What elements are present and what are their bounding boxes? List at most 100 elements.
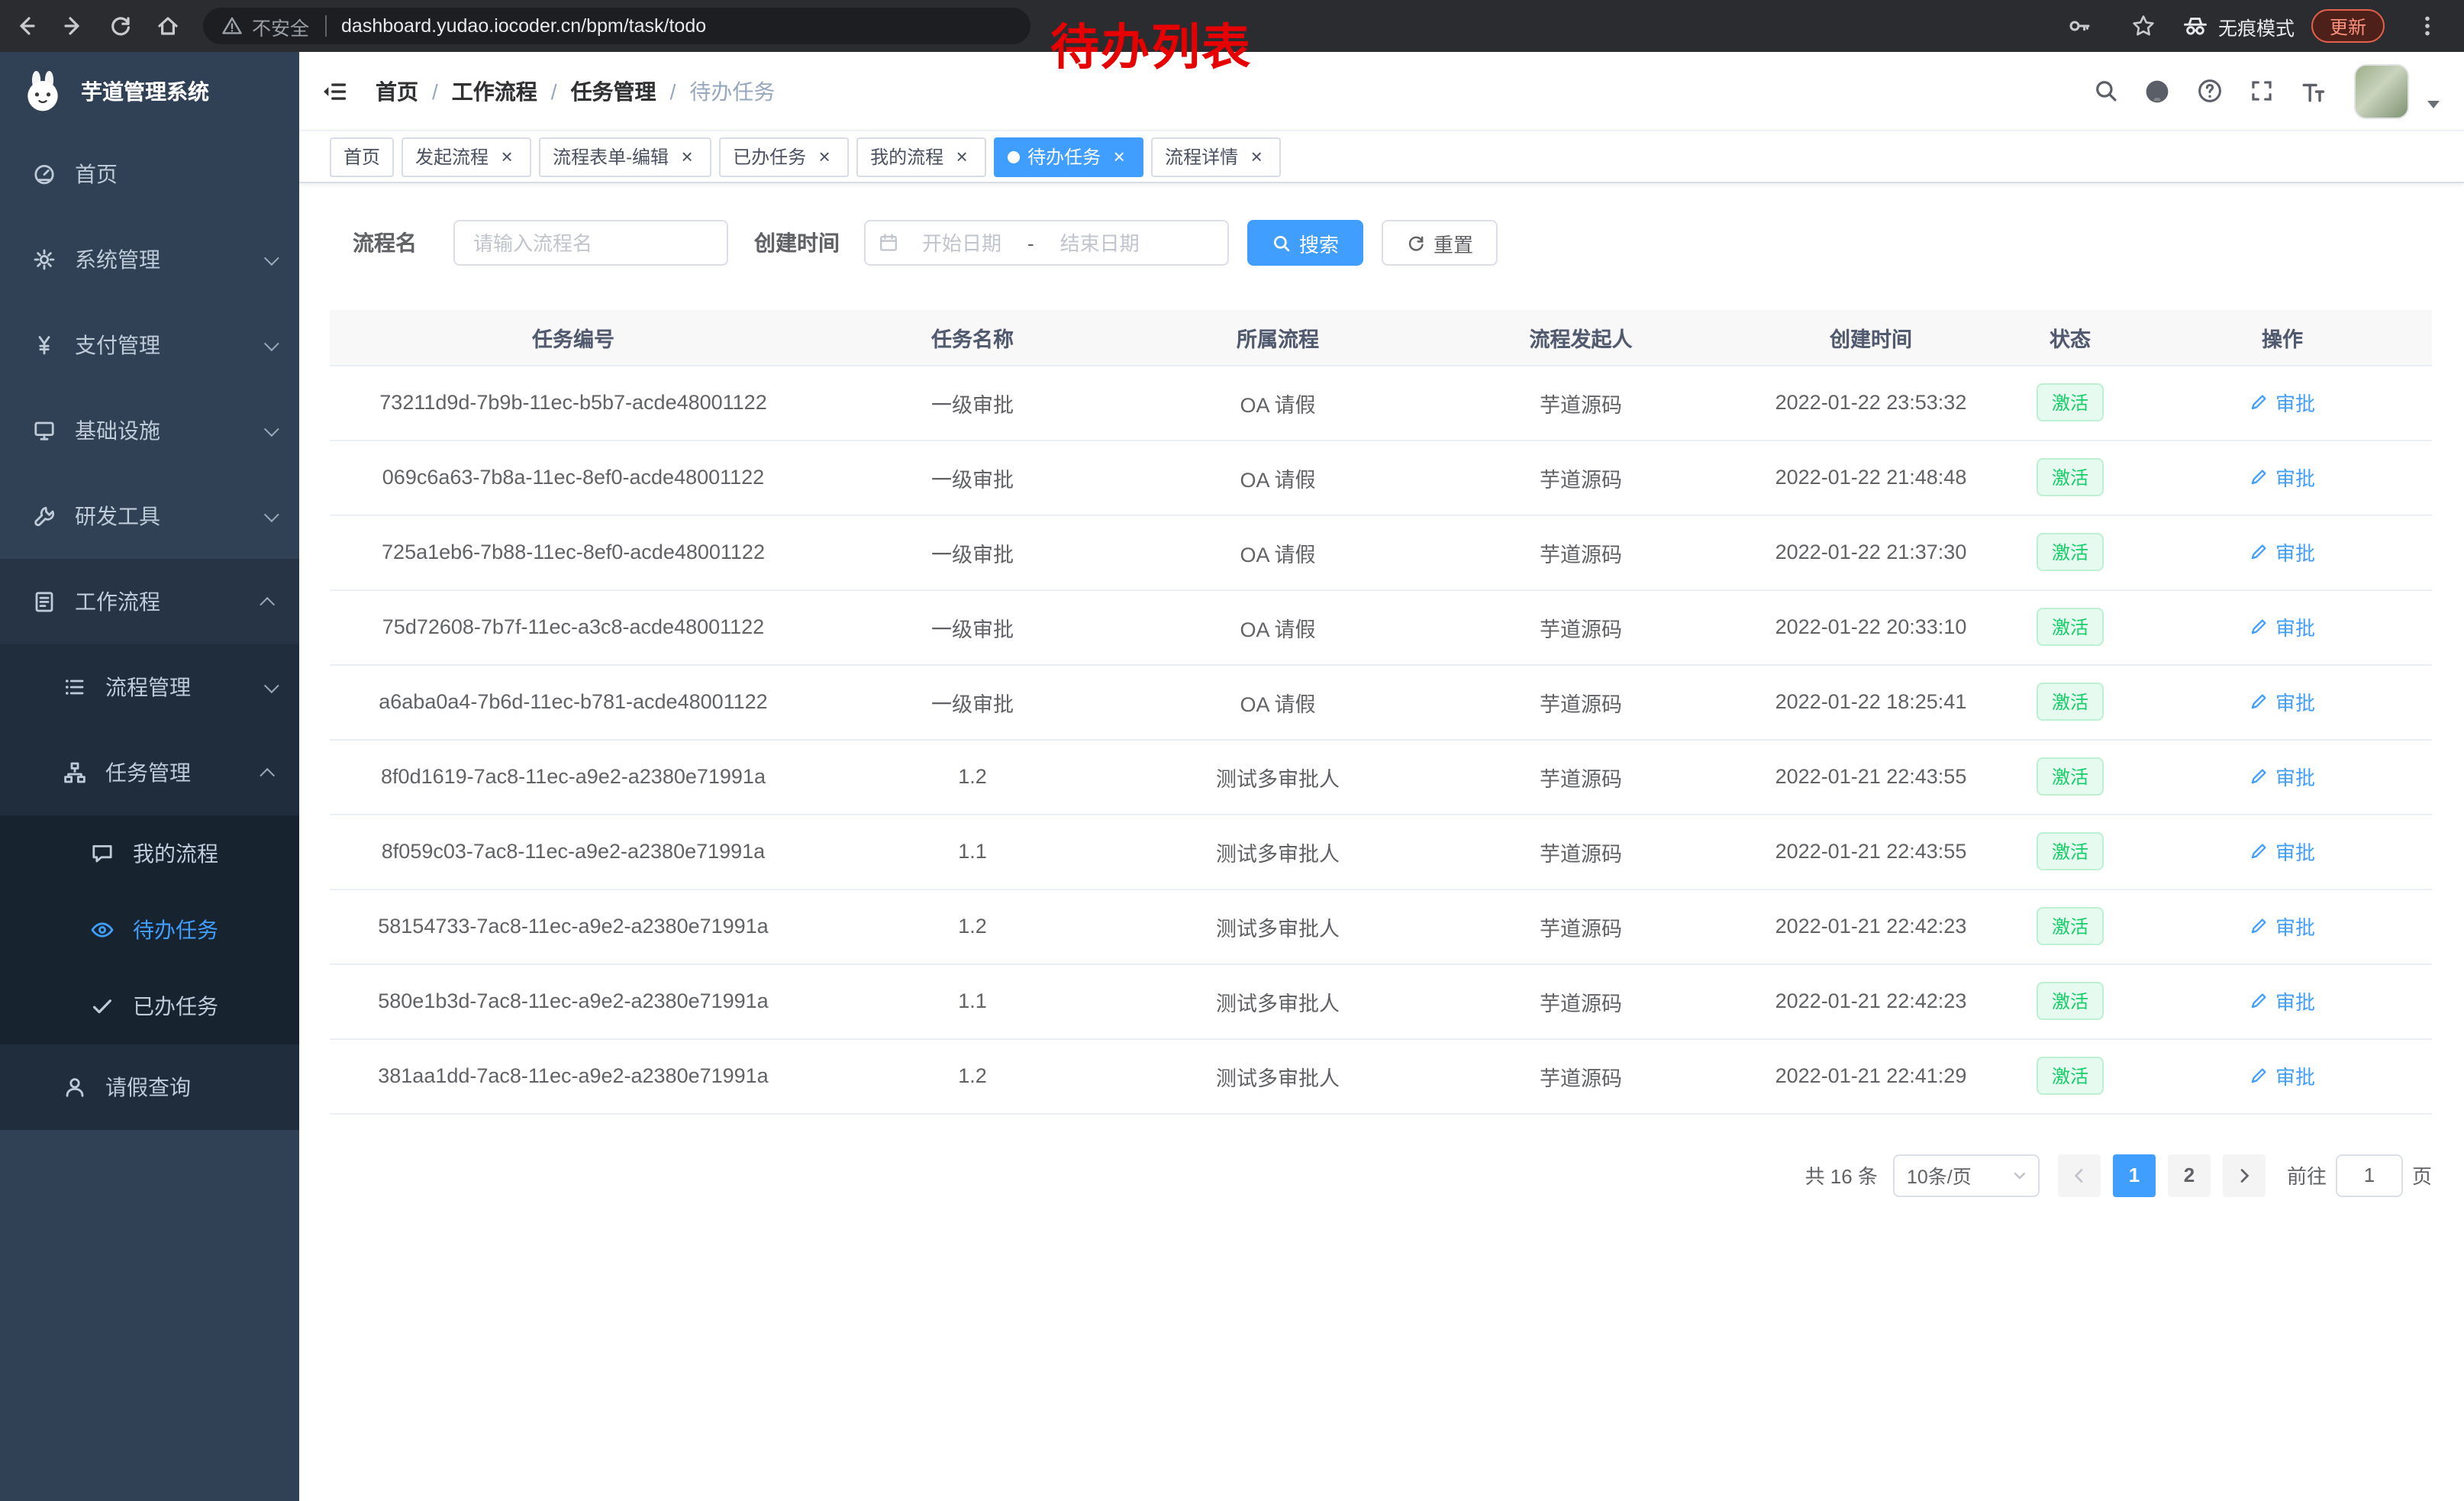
help-icon[interactable] xyxy=(2189,71,2229,111)
chevron-up-icon xyxy=(260,596,275,612)
end-date-input[interactable] xyxy=(1037,231,1163,254)
github-icon[interactable] xyxy=(2137,71,2177,111)
cell-process: OA 请假 xyxy=(1128,365,1427,440)
sidebar-item-label: 流程管理 xyxy=(105,672,191,702)
approve-link[interactable]: 审批 xyxy=(2250,537,2315,567)
goto-page-input[interactable] xyxy=(2336,1154,2403,1196)
avatar[interactable] xyxy=(2354,63,2409,118)
tab-done-tasks[interactable]: 已办任务 × xyxy=(719,137,849,176)
approve-link-label: 审批 xyxy=(2275,388,2315,417)
tab-my-processes[interactable]: 我的流程 × xyxy=(856,137,986,176)
reset-button[interactable]: 重置 xyxy=(1382,220,1498,266)
kebab-menu-icon[interactable] xyxy=(2406,5,2449,47)
cell-initiator: 芋道源码 xyxy=(1427,515,1734,589)
cell-initiator: 芋道源码 xyxy=(1427,889,1734,964)
font-size-icon[interactable] xyxy=(2293,71,2333,111)
refresh-icon xyxy=(1406,233,1426,253)
sidebar-item-payment-management[interactable]: 支付管理 xyxy=(0,302,299,388)
column-header-create-time: 创建时间 xyxy=(1734,310,2008,365)
tab-initiate-process[interactable]: 发起流程 × xyxy=(402,137,531,176)
sidebar-item-label: 已办任务 xyxy=(133,991,218,1022)
cell-create-time: 2022-01-22 21:37:30 xyxy=(1734,515,2008,589)
column-header-status: 状态 xyxy=(2008,310,2133,365)
tab-label: 流程详情 xyxy=(1165,144,1238,169)
search-button[interactable]: 搜索 xyxy=(1247,220,1363,266)
create-time-label: 创建时间 xyxy=(754,228,840,258)
approve-link[interactable]: 审批 xyxy=(2250,762,2315,791)
sidebar-item-done-tasks[interactable]: 已办任务 xyxy=(0,968,299,1044)
search-icon[interactable] xyxy=(2085,71,2125,111)
prev-page-button[interactable] xyxy=(2058,1154,2101,1196)
sidebar-item-leave-query[interactable]: 请假查询 xyxy=(0,1044,299,1130)
divider xyxy=(324,15,326,37)
approve-link[interactable]: 审批 xyxy=(2250,1061,2315,1090)
sidebar-item-todo-tasks[interactable]: 待办任务 xyxy=(0,892,299,968)
sidebar-item-task-management[interactable]: 任务管理 xyxy=(0,730,299,815)
bookmark-star-icon[interactable] xyxy=(2122,5,2165,47)
tab-home[interactable]: 首页 xyxy=(330,137,394,176)
cell-task-id: a6aba0a4-7b6d-11ec-b781-acde48001122 xyxy=(330,664,817,739)
breadcrumb-home[interactable]: 首页 xyxy=(376,76,418,106)
caret-down-icon[interactable] xyxy=(2427,100,2440,108)
approve-link[interactable]: 审批 xyxy=(2250,837,2315,866)
cell-initiator: 芋道源码 xyxy=(1427,589,1734,664)
pencil-icon xyxy=(2250,542,2269,562)
tab-close-icon[interactable]: × xyxy=(676,146,698,167)
security-label[interactable]: 不安全 xyxy=(252,11,309,40)
breadcrumb-task-management[interactable]: 任务管理 xyxy=(571,76,656,106)
cell-task-name: 一级审批 xyxy=(817,515,1128,589)
incognito-indicator: 无痕模式 xyxy=(2182,11,2295,40)
tab-process-detail[interactable]: 流程详情 × xyxy=(1151,137,1281,176)
sidebar-item-my-processes[interactable]: 我的流程 xyxy=(0,815,299,892)
back-icon[interactable] xyxy=(5,5,47,47)
fullscreen-icon[interactable] xyxy=(2241,71,2281,111)
approve-link[interactable]: 审批 xyxy=(2250,463,2315,492)
tab-close-icon[interactable]: × xyxy=(1108,146,1130,167)
cell-task-name: 1.2 xyxy=(817,889,1128,964)
tab-close-icon[interactable]: × xyxy=(1246,146,1267,167)
process-name-input[interactable] xyxy=(453,220,728,266)
tab-close-icon[interactable]: × xyxy=(951,146,972,167)
home-icon[interactable] xyxy=(147,5,189,47)
start-date-input[interactable] xyxy=(899,231,1024,254)
sidebar-item-workflow[interactable]: 工作流程 xyxy=(0,559,299,644)
reload-icon[interactable] xyxy=(99,5,142,47)
app-logo-row[interactable]: 芋道管理系统 xyxy=(0,52,299,131)
approve-link[interactable]: 审批 xyxy=(2250,612,2315,641)
sidebar-item-infrastructure[interactable]: 基础设施 xyxy=(0,388,299,473)
tasks-table: 任务编号 任务名称 所属流程 流程发起人 创建时间 状态 操作 73211d9d… xyxy=(330,310,2432,1114)
sidebar-fold-icon[interactable] xyxy=(299,77,369,105)
tab-form-edit[interactable]: 流程表单-编辑 × xyxy=(539,137,711,176)
key-icon[interactable] xyxy=(2058,5,2101,47)
tab-todo-tasks[interactable]: 待办任务 × xyxy=(994,137,1143,176)
page-button-2[interactable]: 2 xyxy=(2168,1154,2211,1196)
next-page-button[interactable] xyxy=(2223,1154,2266,1196)
approve-link[interactable]: 审批 xyxy=(2250,912,2315,941)
page-button-1[interactable]: 1 xyxy=(2113,1154,2156,1196)
sidebar-item-dev-tools[interactable]: 研发工具 xyxy=(0,473,299,559)
approve-link[interactable]: 审批 xyxy=(2250,986,2315,1015)
address-bar[interactable]: 不安全 dashboard.yudao.iocoder.cn/bpm/task/… xyxy=(203,8,1030,44)
sidebar-item-system-management[interactable]: 系统管理 xyxy=(0,217,299,302)
approve-link[interactable]: 审批 xyxy=(2250,687,2315,716)
range-separator: - xyxy=(1024,231,1037,254)
approve-link[interactable]: 审批 xyxy=(2250,388,2315,417)
pagination-total: 共 16 条 xyxy=(1805,1160,1878,1190)
page-size-select[interactable]: 10条/页 xyxy=(1893,1154,2040,1196)
approve-link-label: 审批 xyxy=(2275,687,2315,716)
reset-button-label: 重置 xyxy=(1434,228,1473,257)
update-button[interactable]: 更新 xyxy=(2311,9,2385,43)
sitemap-icon xyxy=(61,760,89,785)
cell-task-id: 8f059c03-7ac8-11ec-a9e2-a2380e71991a xyxy=(330,814,817,889)
breadcrumb-separator: / xyxy=(551,79,557,103)
breadcrumb-workflow[interactable]: 工作流程 xyxy=(452,76,537,106)
tab-close-icon[interactable]: × xyxy=(814,146,835,167)
breadcrumb-separator: / xyxy=(432,79,438,103)
forward-icon[interactable] xyxy=(52,5,95,47)
date-range-picker[interactable]: - xyxy=(864,220,1229,266)
sidebar-item-process-management[interactable]: 流程管理 xyxy=(0,644,299,730)
cell-create-time: 2022-01-21 22:42:23 xyxy=(1734,889,2008,964)
list-icon xyxy=(61,675,89,699)
sidebar-item-home[interactable]: 首页 xyxy=(0,131,299,217)
tab-close-icon[interactable]: × xyxy=(496,146,518,167)
